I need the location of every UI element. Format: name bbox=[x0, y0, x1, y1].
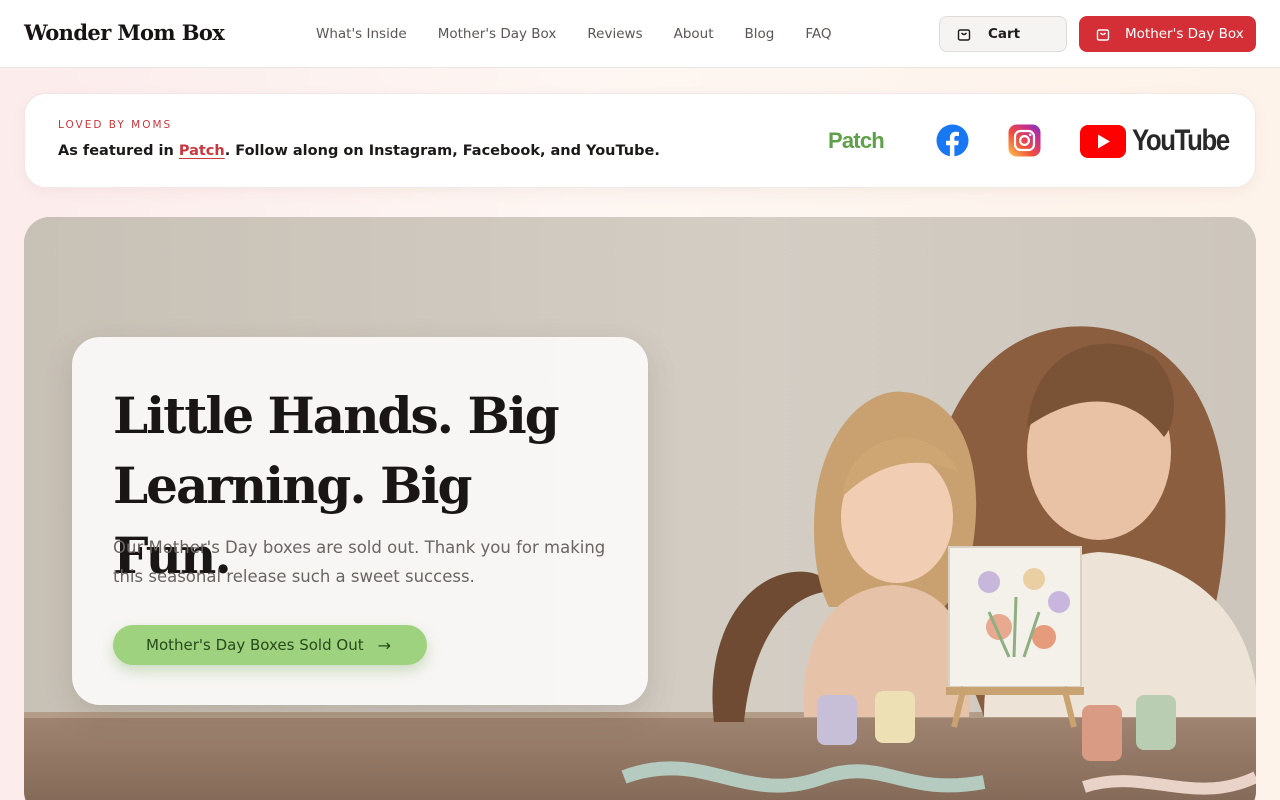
cart-button[interactable]: Cart bbox=[939, 16, 1067, 52]
featured-text-prefix: As featured in bbox=[58, 143, 179, 159]
patch-link[interactable]: Patch bbox=[179, 143, 225, 159]
instagram-icon[interactable] bbox=[1008, 124, 1041, 157]
youtube-logo[interactable]: YouTube bbox=[1080, 124, 1245, 158]
main-nav: What's Inside Mother's Day Box Reviews A… bbox=[316, 24, 863, 44]
facebook-icon[interactable] bbox=[936, 124, 969, 157]
featured-strip: LOVED BY MOMS As featured in Patch. Foll… bbox=[24, 93, 1256, 188]
arrow-right-icon: → bbox=[377, 635, 391, 655]
sold-out-button[interactable]: Mother's Day Boxes Sold Out → bbox=[113, 625, 427, 665]
site-logo[interactable]: Wonder Mom Box bbox=[24, 20, 225, 45]
nav-whats-inside[interactable]: What's Inside bbox=[316, 24, 407, 44]
nav-reviews[interactable]: Reviews bbox=[587, 24, 642, 44]
nav-blog[interactable]: Blog bbox=[745, 24, 775, 44]
hero-card: Little Hands. Big Learning. Big Fun. Our… bbox=[72, 337, 648, 705]
youtube-wordmark: YouTube bbox=[1132, 124, 1230, 157]
featured-text: As featured in Patch. Follow along on In… bbox=[58, 143, 660, 159]
shopping-bag-icon bbox=[957, 29, 971, 41]
featured-eyebrow: LOVED BY MOMS bbox=[58, 119, 173, 131]
hero-subtitle: Our Mother's Day boxes are sold out. Tha… bbox=[113, 538, 606, 586]
mothers-day-box-button[interactable]: Mother's Day Box bbox=[1079, 16, 1256, 52]
nav-about[interactable]: About bbox=[674, 24, 714, 44]
shopping-bag-icon bbox=[1096, 29, 1110, 41]
nav-faq[interactable]: FAQ bbox=[805, 24, 831, 44]
nav-mothers-day-box[interactable]: Mother's Day Box bbox=[438, 24, 557, 44]
featured-text-suffix: . Follow along on Instagram, Facebook, a… bbox=[224, 143, 660, 159]
mothers-day-box-label: Mother's Day Box bbox=[1125, 26, 1244, 42]
sold-out-label: Mother's Day Boxes Sold Out bbox=[146, 636, 364, 654]
youtube-play-icon bbox=[1080, 124, 1126, 158]
cart-label: Cart bbox=[988, 26, 1021, 42]
patch-logo[interactable]: Patch bbox=[828, 128, 885, 154]
hero-section: Little Hands. Big Learning. Big Fun. Our… bbox=[24, 217, 1256, 800]
site-header: Wonder Mom Box What's Inside Mother's Da… bbox=[0, 0, 1280, 68]
